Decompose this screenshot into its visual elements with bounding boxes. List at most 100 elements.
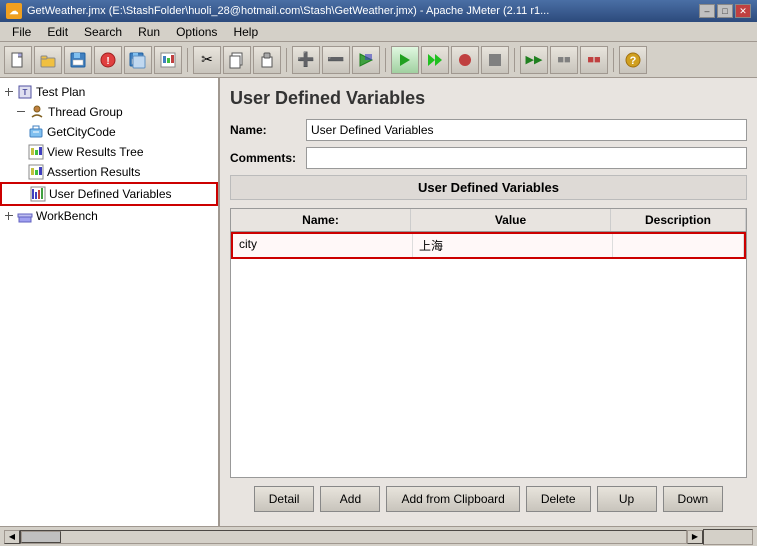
scroll-right-arrow[interactable]: ▶ [687, 530, 703, 544]
detail-button[interactable]: Detail [254, 486, 315, 512]
add-button[interactable]: Add [320, 486, 380, 512]
col-header-name: Name: [231, 209, 411, 231]
separator-4 [514, 48, 515, 72]
title-bar: ☁ GetWeather.jmx (E:\StashFolder\huoli_2… [0, 0, 757, 22]
maximize-button[interactable]: □ [717, 4, 733, 18]
variables-table: Name: Value Description city 上海 [230, 208, 747, 478]
add-clipboard-button[interactable]: Add from Clipboard [386, 486, 519, 512]
tree-item-assertion-label: Assertion Results [47, 165, 140, 179]
toolbar-cut[interactable]: ✂ [193, 46, 221, 74]
toolbar-record[interactable] [451, 46, 479, 74]
toolbar-open[interactable] [34, 46, 62, 74]
toolbar-report[interactable] [154, 46, 182, 74]
right-panel: User Defined Variables Name: Comments: U… [220, 78, 757, 526]
toolbar-run[interactable] [391, 46, 419, 74]
tree-item-workbench-label: WorkBench [36, 209, 98, 223]
separator-2 [286, 48, 287, 72]
tree-item-viewresults[interactable]: View Results Tree [0, 142, 218, 162]
minimize-button[interactable]: – [699, 4, 715, 18]
tree-item-testplan-label: Test Plan [36, 85, 85, 99]
tree-item-threadgroup-label: Thread Group [48, 105, 123, 119]
testplan-icon: T [17, 84, 33, 100]
tree-item-threadgroup[interactable]: Thread Group [0, 102, 218, 122]
toolbar-revert[interactable]: ! [94, 46, 122, 74]
toolbar-expand[interactable]: ➕ [292, 46, 320, 74]
status-bar: ◀ ▶ [0, 526, 757, 546]
cell-description [613, 234, 744, 257]
table-header: Name: Value Description [231, 209, 746, 232]
cell-value: 上海 [413, 234, 613, 257]
table-section-title: User Defined Variables [230, 175, 747, 200]
toolbar-run-nopause[interactable] [421, 46, 449, 74]
assertion-icon [28, 164, 44, 180]
tree-item-udv-label: User Defined Variables [49, 187, 172, 201]
toolbar-new[interactable] [4, 46, 32, 74]
separator-3 [385, 48, 386, 72]
threadgroup-icon [29, 104, 45, 120]
menu-run[interactable]: Run [130, 23, 168, 41]
main-layout: T Test Plan Thread Group GetCityCode Vie… [0, 78, 757, 526]
action-buttons: Detail Add Add from Clipboard Delete Up … [230, 478, 747, 516]
table-row[interactable]: city 上海 [231, 232, 746, 259]
svg-text:?: ? [630, 55, 637, 67]
tree-item-getcitycode[interactable]: GetCityCode [0, 122, 218, 142]
udv-icon [30, 186, 46, 202]
toolbar-remote-stop[interactable]: ■■ [550, 46, 578, 74]
svg-text:T: T [23, 88, 28, 97]
status-text [703, 529, 753, 545]
tree-item-viewresults-label: View Results Tree [47, 145, 144, 159]
menu-bar: File Edit Search Run Options Help [0, 22, 757, 42]
horizontal-scrollbar[interactable] [20, 530, 687, 544]
comments-input[interactable] [306, 147, 747, 169]
panel-title: User Defined Variables [230, 88, 747, 109]
toolbar: ! ✂ ➕ ➖ ▶▶ ■■ ■■ [0, 42, 757, 78]
expand-icon [4, 87, 14, 97]
name-label: Name: [230, 123, 300, 137]
cell-name: city [233, 234, 413, 257]
tree-item-assertion[interactable]: Assertion Results [0, 162, 218, 182]
toolbar-save-all[interactable] [124, 46, 152, 74]
menu-options[interactable]: Options [168, 23, 225, 41]
menu-search[interactable]: Search [76, 23, 130, 41]
name-row: Name: [230, 119, 747, 141]
toolbar-paste[interactable] [253, 46, 281, 74]
toolbar-collapse[interactable]: ➖ [322, 46, 350, 74]
up-button[interactable]: Up [597, 486, 657, 512]
separator-5 [613, 48, 614, 72]
comments-label: Comments: [230, 151, 300, 165]
app-icon: ☁ [6, 3, 22, 19]
svg-text:!: ! [106, 56, 109, 67]
delete-button[interactable]: Delete [526, 486, 591, 512]
menu-help[interactable]: Help [225, 23, 266, 41]
col-header-desc: Description [611, 209, 746, 231]
menu-file[interactable]: File [4, 23, 39, 41]
expand-workbench-icon [4, 211, 14, 221]
expand-icon-thread [16, 107, 26, 117]
toolbar-save[interactable] [64, 46, 92, 74]
tree-item-udv[interactable]: User Defined Variables [0, 182, 218, 206]
toolbar-copy[interactable] [223, 46, 251, 74]
scrollbar-thumb [21, 531, 61, 543]
close-button[interactable]: ✕ [735, 4, 751, 18]
name-input[interactable] [306, 119, 747, 141]
tree-item-testplan[interactable]: T Test Plan [0, 82, 218, 102]
title-text: GetWeather.jmx (E:\StashFolder\huoli_28@… [27, 5, 549, 17]
toolbar-remote-run[interactable]: ▶▶ [520, 46, 548, 74]
toolbar-remote-stop-all[interactable]: ■■ [580, 46, 608, 74]
workbench-icon [17, 208, 33, 224]
down-button[interactable]: Down [663, 486, 724, 512]
toolbar-toggle[interactable] [352, 46, 380, 74]
getcitycode-icon [28, 124, 44, 140]
toolbar-help[interactable]: ? [619, 46, 647, 74]
tree-item-getcitycode-label: GetCityCode [47, 125, 116, 139]
col-header-value: Value [411, 209, 611, 231]
viewresults-icon [28, 144, 44, 160]
tree-item-workbench[interactable]: WorkBench [0, 206, 218, 226]
window-controls: – □ ✕ [699, 4, 751, 18]
separator-1 [187, 48, 188, 72]
table-body: city 上海 [231, 232, 746, 432]
scroll-left-arrow[interactable]: ◀ [4, 530, 20, 544]
menu-edit[interactable]: Edit [39, 23, 76, 41]
tree-panel: T Test Plan Thread Group GetCityCode Vie… [0, 78, 220, 526]
toolbar-stop[interactable] [481, 46, 509, 74]
